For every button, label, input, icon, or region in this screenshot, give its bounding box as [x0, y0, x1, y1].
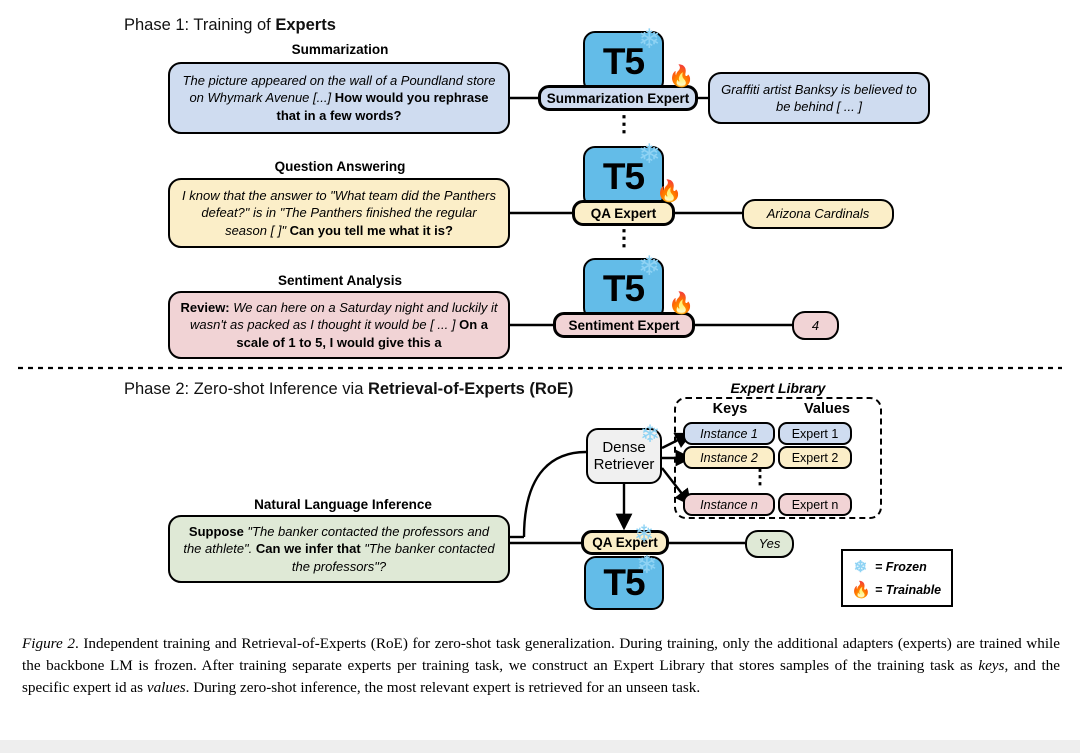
expert-qa[interactable]: QA Expert	[572, 200, 675, 226]
expert-qa-inference[interactable]: QA Expert	[581, 530, 669, 555]
figure-caption: Figure 2. Independent training and Retri…	[22, 633, 1060, 699]
snowflake-icon: ❄	[638, 251, 661, 281]
qa-output-text: Arizona Cardinals	[766, 206, 870, 222]
legend-row-trainable: 🔥 = Trainable	[851, 580, 943, 600]
phase2-title-prefix: Phase 2: Zero-shot Inference via	[124, 380, 368, 398]
output-bubble-summarization: Graffiti artist Banksy is believed to be…	[708, 72, 930, 124]
prompt-bubble-sentiment: Review: We can here on a Saturday night …	[168, 291, 510, 359]
sentiment-prompt-context: We can here on a Saturday night and luck…	[189, 300, 498, 333]
library-value-label: Expert 1	[791, 426, 839, 441]
library-column-values: Values	[804, 401, 850, 417]
library-value-label: Expert n	[791, 497, 839, 512]
caption-text-a: . Independent training and Retrieval-of-…	[22, 635, 1061, 675]
library-key-label: Instance 2	[700, 450, 758, 465]
task-label-sentiment: Sentiment Analysis	[277, 273, 403, 288]
phase1-title-prefix: Phase 1: Training of	[124, 16, 276, 34]
library-value-n[interactable]: Expert n	[778, 493, 852, 516]
caption-text-c: . During zero-shot inference, the most r…	[185, 679, 701, 697]
library-key-label: Instance 1	[700, 426, 758, 441]
retriever-line2: Retriever	[593, 456, 655, 473]
task-label-nli: Natural Language Inference	[254, 497, 432, 512]
output-bubble-nli: Yes	[745, 530, 794, 558]
task-label-summarization: Summarization	[291, 42, 389, 57]
qa-prompt-instruction: Can you tell me what it is?	[289, 222, 453, 238]
phase1-title: Phase 1: Training of Experts	[124, 16, 336, 35]
flame-icon: 🔥	[851, 581, 871, 599]
library-key-1[interactable]: Instance 1	[683, 422, 775, 445]
library-key-n[interactable]: Instance n	[683, 493, 775, 516]
phase2-title: Phase 2: Zero-shot Inference via Retriev…	[124, 380, 573, 399]
snowflake-icon: ❄	[638, 24, 661, 54]
prompt-bubble-nli: Suppose "The banker contacted the profes…	[168, 515, 510, 583]
output-bubble-sentiment: 4	[792, 311, 839, 340]
figure-diagram: Phase 1: Training of Experts Summarizati…	[0, 0, 1080, 628]
expert-sentiment[interactable]: Sentiment Expert	[553, 312, 695, 338]
legend-row-frozen: ❄ = Frozen	[851, 557, 943, 577]
prompt-bubble-qa: I know that the answer to "What team did…	[168, 178, 510, 248]
nli-prompt-instruction: Can we infer that	[255, 541, 361, 557]
legend-trainable-label: = Trainable	[875, 582, 942, 597]
snowflake-icon: ❄	[638, 139, 661, 169]
nli-prompt-lead: Suppose	[188, 524, 244, 540]
snowflake-icon: ❄	[640, 421, 661, 448]
task-label-qa: Question Answering	[274, 159, 406, 174]
ellipsis-2: ⋮	[613, 225, 635, 250]
legend-frozen-label: = Frozen	[875, 559, 927, 574]
sentiment-output-text: 4	[811, 317, 820, 333]
bottom-bar	[0, 740, 1080, 753]
output-bubble-qa: Arizona Cardinals	[742, 199, 894, 229]
sentiment-prompt-lead: Review:	[180, 300, 230, 316]
flame-icon: 🔥	[668, 292, 695, 315]
flame-icon: 🔥	[668, 65, 695, 88]
expert-summarization[interactable]: Summarization Expert	[538, 85, 698, 111]
caption-em-values: values	[146, 679, 186, 697]
library-value-1[interactable]: Expert 1	[778, 422, 852, 445]
caption-figure-number: Figure 2	[22, 635, 75, 652]
phase2-title-bold: Retrieval-of-Experts (RoE)	[367, 380, 574, 398]
library-key-label: Instance n	[700, 497, 758, 512]
library-value-label: Expert 2	[791, 450, 839, 465]
flame-icon: 🔥	[656, 180, 683, 203]
expert-library-title: Expert Library	[730, 380, 826, 396]
prompt-bubble-summarization: The picture appeared on the wall of a Po…	[168, 62, 510, 134]
library-value-2[interactable]: Expert 2	[778, 446, 852, 469]
expert-label: QA Expert	[590, 205, 657, 221]
snowflake-icon: ❄	[634, 521, 655, 548]
library-column-keys: Keys	[712, 401, 748, 417]
ellipsis-1: ⋮	[613, 111, 635, 136]
expert-label: Sentiment Expert	[568, 317, 680, 333]
legend-box: ❄ = Frozen 🔥 = Trainable	[841, 549, 953, 607]
expert-label: Summarization Expert	[546, 90, 690, 106]
caption-em-keys: keys	[978, 657, 1005, 675]
snowflake-icon: ❄	[853, 558, 868, 576]
phase1-title-bold: Experts	[275, 16, 336, 34]
library-ellipsis: ⋮	[750, 466, 770, 488]
summarization-output-text: Graffiti artist Banksy is believed to be…	[721, 81, 917, 114]
nli-output-text: Yes	[758, 536, 781, 552]
